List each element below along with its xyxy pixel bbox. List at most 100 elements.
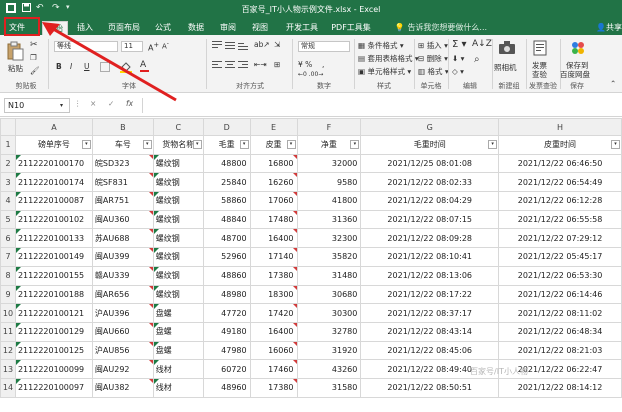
- row-number[interactable]: 10: [0, 303, 16, 323]
- cell[interactable]: 2021/12/22 08:09:28: [360, 228, 500, 249]
- cell[interactable]: 2021/12/22 06:53:30: [498, 265, 622, 286]
- cell[interactable]: 闽AU360: [91, 209, 154, 230]
- row-number[interactable]: 4: [0, 191, 16, 211]
- paste-button[interactable]: 粘贴: [8, 63, 23, 74]
- header-cell[interactable]: 毛重 ▾: [202, 135, 251, 155]
- wrap-text-icon[interactable]: ⇲: [274, 40, 280, 49]
- currency-icon[interactable]: ¥ %: [298, 60, 312, 69]
- delete-cells-button[interactable]: ⊟ 删除 ▾: [418, 53, 448, 64]
- row-number[interactable]: 8: [0, 265, 16, 286]
- cell-style-button[interactable]: ▣ 单元格样式 ▾: [358, 66, 411, 77]
- align-middle-icon[interactable]: [225, 41, 235, 52]
- clear-icon[interactable]: ◇ ▾: [452, 67, 464, 76]
- column-header[interactable]: C: [152, 118, 204, 136]
- cell[interactable]: 螺纹钢: [152, 265, 204, 286]
- cell[interactable]: 48800: [202, 153, 251, 174]
- cell[interactable]: 2112220100097: [14, 377, 93, 398]
- cell[interactable]: 螺纹钢: [152, 209, 204, 230]
- cell[interactable]: 2021/12/22 08:45:06: [360, 340, 500, 361]
- align-center-icon[interactable]: [225, 61, 235, 72]
- camera-button[interactable]: 照相机: [494, 62, 517, 73]
- row-number[interactable]: 3: [0, 172, 16, 193]
- cell[interactable]: 皖SF831: [91, 172, 154, 193]
- row-number[interactable]: 13: [0, 359, 16, 379]
- cell[interactable]: 31920: [296, 340, 362, 361]
- filter-dropdown-icon[interactable]: ▾: [286, 140, 296, 149]
- cell[interactable]: 47720: [202, 303, 251, 323]
- autosum-icon[interactable]: Σ ▾: [452, 39, 467, 50]
- cell[interactable]: 2021/12/22 06:14:46: [498, 284, 622, 305]
- cell[interactable]: 2021/12/22 06:54:49: [498, 172, 622, 193]
- cell[interactable]: 49180: [202, 321, 251, 342]
- cell[interactable]: 47980: [202, 340, 251, 361]
- row-number[interactable]: 12: [0, 340, 16, 361]
- insert-cells-button[interactable]: ⊞ 插入 ▾: [418, 40, 448, 51]
- paste-icon[interactable]: [6, 41, 24, 63]
- cell[interactable]: 螺纹钢: [152, 284, 204, 305]
- align-right-icon[interactable]: [238, 61, 248, 72]
- format-cells-button[interactable]: ▥ 格式 ▾: [418, 66, 449, 77]
- decimal-icons[interactable]: ←0 .00→: [298, 71, 323, 78]
- cell[interactable]: 2112220100129: [14, 321, 93, 342]
- sort-filter-icon[interactable]: A↓Z: [472, 39, 492, 49]
- cell[interactable]: 41800: [296, 191, 362, 211]
- collapse-ribbon-icon[interactable]: ⌃: [610, 79, 616, 88]
- cell[interactable]: 闽AR656: [91, 284, 154, 305]
- cell[interactable]: 螺纹钢: [152, 191, 204, 211]
- row-number[interactable]: 9: [0, 284, 16, 305]
- cell[interactable]: 2021/12/22 06:48:34: [498, 321, 622, 342]
- cell[interactable]: 48980: [202, 284, 251, 305]
- cell[interactable]: 2112220100149: [14, 247, 93, 267]
- cell[interactable]: 16800: [249, 153, 298, 174]
- align-bottom-icon[interactable]: [238, 41, 248, 52]
- save-cloud-line2[interactable]: 百度网盘: [560, 69, 590, 80]
- header-cell[interactable]: 毛重时间 ▾: [360, 135, 500, 155]
- row-number[interactable]: 1: [0, 135, 16, 155]
- cell[interactable]: 螺纹钢: [152, 247, 204, 267]
- camera-icon[interactable]: [498, 40, 516, 57]
- cell[interactable]: 48700: [202, 228, 251, 249]
- cell[interactable]: 2021/12/22 08:14:12: [498, 377, 622, 398]
- invoice-button-line2[interactable]: 查验: [532, 69, 547, 80]
- row-number[interactable]: 7: [0, 247, 16, 267]
- cell[interactable]: 52960: [202, 247, 251, 267]
- cell[interactable]: 沪AU856: [91, 340, 154, 361]
- cell[interactable]: 17140: [249, 247, 298, 267]
- fill-icon[interactable]: ⬇ ▾: [452, 54, 464, 63]
- cell[interactable]: 线材: [152, 359, 204, 379]
- cell[interactable]: 2021/12/22 06:46:50: [498, 153, 622, 174]
- header-cell[interactable]: 净重 ▾: [296, 135, 362, 155]
- cell[interactable]: 2112220100155: [14, 265, 93, 286]
- cell[interactable]: 线材: [152, 377, 204, 398]
- comma-style-icon[interactable]: ,: [322, 60, 324, 69]
- cell[interactable]: 2021/12/25 08:01:08: [360, 153, 500, 174]
- cell[interactable]: 31480: [296, 265, 362, 286]
- copy-icon[interactable]: ❐: [30, 53, 37, 62]
- cell[interactable]: 30680: [296, 284, 362, 305]
- orientation-icon[interactable]: ab↗: [254, 40, 270, 49]
- cell[interactable]: 2021/12/22 08:11:02: [498, 303, 622, 323]
- header-cell[interactable]: 皮重 ▾: [249, 135, 298, 155]
- cell[interactable]: 2021/12/22 08:50:51: [360, 377, 500, 398]
- filter-dropdown-icon[interactable]: ▾: [239, 140, 249, 149]
- merge-center-icon[interactable]: ⊞: [274, 60, 280, 69]
- cell[interactable]: 2112220100099: [14, 359, 93, 379]
- filter-dropdown-icon[interactable]: ▾: [81, 140, 91, 149]
- find-select-icon[interactable]: ⌕: [474, 54, 480, 65]
- column-header[interactable]: G: [360, 118, 500, 136]
- cell[interactable]: 2112220100087: [14, 191, 93, 211]
- tab-8[interactable]: 开发工具: [283, 21, 321, 35]
- cell[interactable]: 闽AU399: [91, 247, 154, 267]
- column-header[interactable]: F: [296, 118, 362, 136]
- select-all-corner[interactable]: [0, 118, 16, 136]
- header-cell[interactable]: 磅单序号 ▾: [14, 135, 93, 155]
- cell[interactable]: 2021/12/22 08:04:29: [360, 191, 500, 211]
- cell[interactable]: 2112220100133: [14, 228, 93, 249]
- cell[interactable]: 2021/12/22 06:55:58: [498, 209, 622, 230]
- format-painter-icon[interactable]: 🖌: [30, 66, 40, 75]
- cell[interactable]: 2021/12/22 08:37:17: [360, 303, 500, 323]
- column-header[interactable]: E: [249, 118, 298, 136]
- cell[interactable]: 闽AR751: [91, 191, 154, 211]
- cell[interactable]: 2021/12/22 08:43:14: [360, 321, 500, 342]
- row-number[interactable]: 11: [0, 321, 16, 342]
